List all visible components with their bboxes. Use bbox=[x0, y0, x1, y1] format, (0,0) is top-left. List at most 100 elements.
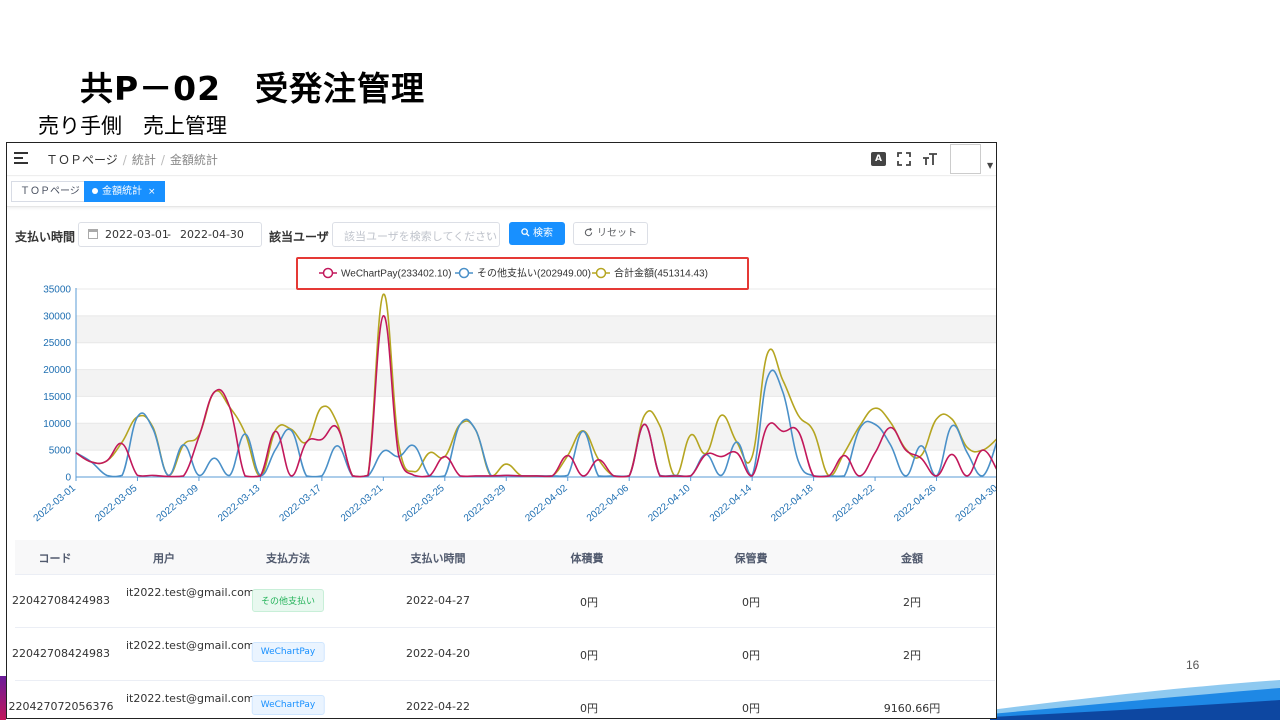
payment-time-label: 支払い時間 bbox=[15, 230, 76, 244]
x-tick-label: 2022-04-30 bbox=[954, 483, 997, 525]
table-header: コード 用户 支払方法 支払い時間 体積費 保管費 金額 bbox=[15, 540, 995, 575]
reset-button[interactable]: リセット bbox=[573, 222, 648, 245]
cell-amount: 2円 bbox=[903, 649, 921, 662]
navbar: ＴＯＰページ / 統計 / 金額統計 A ▼ bbox=[7, 143, 996, 176]
decorative-wave bbox=[990, 680, 1280, 720]
translate-icon[interactable]: A bbox=[871, 151, 886, 166]
y-tick-label: 25000 bbox=[43, 338, 71, 349]
user-search-select[interactable]: 該当ユーザを検索してください ⌄ bbox=[332, 222, 500, 247]
x-tick-label: 2022-03-29 bbox=[462, 483, 509, 525]
table-row: 220427072056376 it2022.test@gmail.com We… bbox=[9, 681, 995, 718]
x-tick-label: 2022-04-18 bbox=[769, 483, 816, 525]
cell-volume-fee: 0円 bbox=[580, 649, 598, 662]
header-storage-fee: 保管費 bbox=[734, 552, 768, 565]
x-tick-label: 2022-04-02 bbox=[523, 483, 570, 525]
x-tick-label: 2022-03-01 bbox=[32, 483, 79, 525]
breadcrumb-item-top[interactable]: ＴＯＰページ bbox=[46, 153, 118, 167]
menu-toggle-icon[interactable] bbox=[14, 152, 28, 164]
legend-marker bbox=[595, 267, 607, 279]
app-window: ＴＯＰページ / 統計 / 金額統計 A ▼ ＴＯＰページ 金額統計 × 支払い時間 20… bbox=[6, 142, 997, 719]
table-row: 22042708424983 it2022.test@gmail.com その他… bbox=[12, 575, 995, 628]
calendar-icon bbox=[88, 229, 98, 239]
tag-amount-stats[interactable]: 金額統計 × bbox=[84, 181, 165, 202]
payments-table: コード 用户 支払方法 支払い時間 体積費 保管費 金額 22042708424… bbox=[9, 540, 995, 718]
cell-user: it2022.test@gmail.com bbox=[126, 639, 255, 652]
filter-bar: 支払い時間 2022-03-01 - 2022-04-30 該当ユーザ 該当ユー… bbox=[7, 222, 996, 248]
page-number: 16 bbox=[1186, 658, 1200, 672]
header-time: 支払い時間 bbox=[410, 552, 466, 565]
x-tick-label: 2022-03-09 bbox=[155, 483, 202, 525]
dot-icon bbox=[92, 188, 98, 194]
x-tick-label: 2022-03-13 bbox=[216, 483, 263, 525]
tag-label: ＴＯＰページ bbox=[20, 186, 80, 197]
cell-amount: 2円 bbox=[903, 596, 921, 609]
tag-top-page[interactable]: ＴＯＰページ bbox=[11, 181, 89, 202]
chevron-down-icon: ⌄ bbox=[484, 227, 493, 238]
user-label: 該当ユーザ bbox=[269, 230, 329, 244]
search-icon bbox=[521, 228, 530, 237]
date-range-picker[interactable]: 2022-03-01 - 2022-04-30 bbox=[78, 222, 262, 247]
legend-label: その他支払い(202949.00) bbox=[477, 267, 591, 280]
legend-label: 合計金額(451314.43) bbox=[614, 267, 708, 280]
slide-title: 共P－02 受発注管理 bbox=[80, 69, 426, 108]
x-tick-label: 2022-03-25 bbox=[400, 483, 447, 525]
x-tick-label: 2022-04-26 bbox=[892, 483, 939, 525]
header-amount: 金額 bbox=[901, 552, 923, 565]
cell-code: 22042708424983 bbox=[12, 647, 110, 660]
cell-user: it2022.test@gmail.com bbox=[126, 586, 255, 599]
cell-volume-fee: 0円 bbox=[580, 596, 598, 609]
tags-view: ＴＯＰページ 金額統計 × bbox=[7, 177, 996, 207]
header-code: コード bbox=[38, 552, 72, 565]
payment-method-badge: その他支払い bbox=[251, 589, 325, 612]
fullscreen-icon[interactable] bbox=[895, 150, 912, 167]
close-icon[interactable]: × bbox=[148, 187, 156, 197]
x-tick-label: 2022-04-10 bbox=[646, 483, 693, 525]
chevron-down-icon[interactable]: ▼ bbox=[987, 161, 993, 170]
x-tick-label: 2022-03-21 bbox=[339, 483, 386, 525]
y-tick-label: 0 bbox=[65, 473, 71, 484]
date-separator: - bbox=[167, 228, 171, 241]
cell-time: 2022-04-20 bbox=[406, 647, 470, 660]
x-tick-label: 2022-04-14 bbox=[708, 483, 755, 525]
payment-method-badge: WeChartPay bbox=[251, 695, 325, 715]
refresh-icon bbox=[584, 227, 593, 237]
header-user: 用户 bbox=[153, 552, 175, 565]
y-tick-label: 15000 bbox=[43, 392, 71, 403]
legend-marker bbox=[458, 267, 470, 279]
font-size-icon[interactable] bbox=[921, 150, 938, 167]
breadcrumb-item-stats[interactable]: 統計 bbox=[132, 153, 156, 167]
cell-storage-fee: 0円 bbox=[742, 649, 760, 662]
x-tick-label: 2022-04-22 bbox=[831, 483, 878, 525]
nav-icons: A bbox=[871, 150, 938, 167]
x-tick-label: 2022-03-05 bbox=[93, 483, 140, 525]
search-button[interactable]: 検索 bbox=[509, 222, 565, 245]
payment-method-badge: WeChartPay bbox=[251, 642, 325, 662]
legend-marker bbox=[322, 267, 334, 279]
x-tick-label: 2022-03-17 bbox=[278, 483, 325, 525]
y-tick-label: 30000 bbox=[43, 311, 71, 322]
grid-band bbox=[76, 315, 996, 343]
breadcrumb: ＴＯＰページ / 統計 / 金額統計 bbox=[46, 153, 218, 167]
user-search-placeholder: 該当ユーザを検索してください bbox=[344, 230, 498, 243]
amount-line-chart: 0 5000 10000 15000 20000 25000 30000 35000 2022-… bbox=[32, 257, 997, 525]
date-start[interactable]: 2022-03-01 bbox=[105, 228, 169, 241]
header-method: 支払方法 bbox=[266, 552, 310, 565]
reset-button-label: リセット bbox=[597, 228, 637, 239]
y-tick-label: 20000 bbox=[43, 365, 71, 376]
cell-time: 2022-04-27 bbox=[406, 594, 470, 607]
x-tick-label: 2022-04-06 bbox=[585, 483, 632, 525]
y-tick-label: 35000 bbox=[43, 285, 71, 296]
date-end[interactable]: 2022-04-30 bbox=[180, 228, 244, 241]
tag-label: 金額統計 bbox=[102, 186, 142, 197]
cell-storage-fee: 0円 bbox=[742, 596, 760, 609]
y-tick-label: 10000 bbox=[43, 419, 71, 430]
y-tick-label: 5000 bbox=[49, 446, 72, 457]
cell-amount: 9160.66円 bbox=[883, 702, 941, 715]
breadcrumb-item-amount: 金額統計 bbox=[169, 153, 218, 167]
legend-label: WeChartPay(233402.10) bbox=[341, 269, 451, 280]
avatar[interactable] bbox=[950, 144, 981, 174]
header-volume-fee: 体積費 bbox=[570, 552, 604, 565]
search-button-label: 検索 bbox=[533, 228, 553, 239]
cell-code: 22042708424983 bbox=[12, 594, 110, 607]
cell-user: it2022.test@gmail.com bbox=[126, 692, 255, 705]
